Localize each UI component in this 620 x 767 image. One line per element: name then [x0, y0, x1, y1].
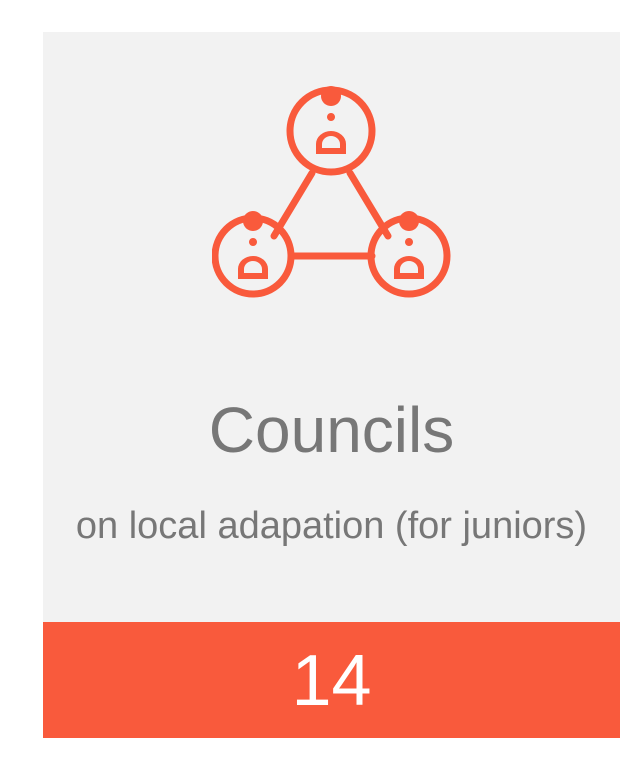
stat-card: Councils on local adapation (for juniors… — [43, 32, 620, 738]
card-subtitle: on local adapation (for juniors) — [75, 505, 588, 547]
count-bar: 14 — [43, 622, 620, 738]
people-network-icon — [43, 84, 620, 344]
count-value: 14 — [291, 641, 372, 721]
card-title: Councils — [208, 394, 455, 466]
